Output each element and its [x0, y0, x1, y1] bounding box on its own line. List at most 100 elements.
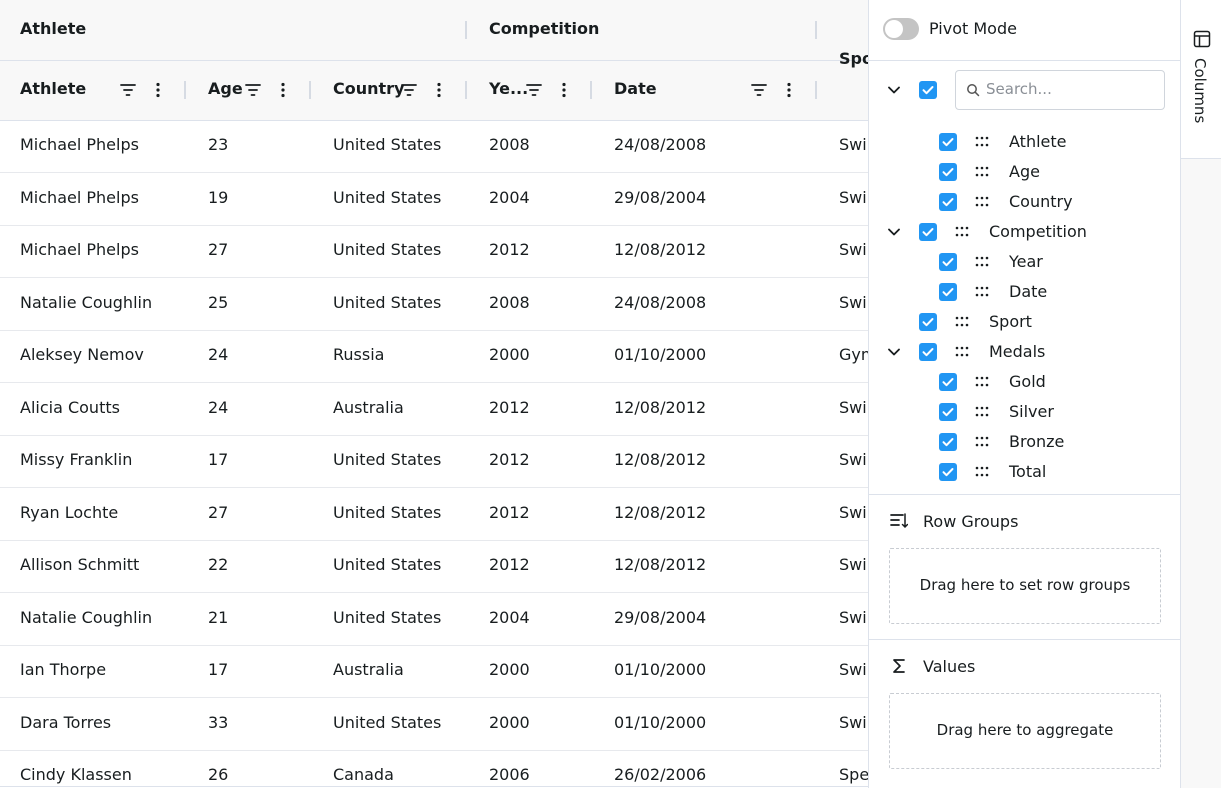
- column-resize-handle[interactable]: [815, 21, 817, 39]
- column-checkbox[interactable]: [939, 193, 957, 211]
- columns-tab-button[interactable]: Columns: [1181, 0, 1221, 159]
- grip-icon[interactable]: [975, 375, 991, 389]
- column-checkbox[interactable]: [939, 373, 957, 391]
- cell-date: 12/08/2012: [614, 398, 707, 417]
- table-row[interactable]: Aleksey Nemov 24 Russia 2000 01/10/2000 Gym: [0, 330, 868, 383]
- cell-year: 2012: [489, 555, 530, 574]
- column-header-age[interactable]: Age: [208, 79, 243, 98]
- column-header-country[interactable]: Country: [333, 79, 404, 98]
- chevron-down-icon[interactable]: [887, 345, 901, 359]
- table-row[interactable]: Natalie Coughlin 21 United States 2004 29/08…: [0, 593, 868, 646]
- column-checkbox[interactable]: [939, 403, 957, 421]
- table-row[interactable]: Ian Thorpe 17 Australia 2000 01/10/2000 Swi: [0, 645, 868, 698]
- column-checkbox[interactable]: [939, 163, 957, 181]
- grip-icon[interactable]: [975, 255, 991, 269]
- column-checkbox[interactable]: [939, 283, 957, 301]
- menu-icon[interactable]: [274, 81, 292, 99]
- cell-sport: Gym: [839, 345, 868, 364]
- column-checkbox[interactable]: [919, 313, 937, 331]
- table-row[interactable]: Allison Schmitt 22 United States 2012 12/08/…: [0, 540, 868, 593]
- grip-icon[interactable]: [955, 225, 971, 239]
- table-row[interactable]: Natalie Coughlin 25 United States 2008 24/08…: [0, 278, 868, 331]
- table-row[interactable]: Michael Phelps 27 United States 2012 12/08/2…: [0, 225, 868, 278]
- cell-athlete: Michael Phelps: [20, 240, 139, 259]
- cell-country: United States: [333, 608, 442, 627]
- column-search-input[interactable]: [986, 79, 1156, 99]
- menu-icon[interactable]: [430, 81, 448, 99]
- row-groups-title: Row Groups: [923, 512, 1019, 531]
- cell-date: 01/10/2000: [614, 713, 707, 732]
- table-row[interactable]: Alicia Coutts 24 Australia 2012 12/08/2012 Sw…: [0, 383, 868, 436]
- grip-icon[interactable]: [975, 465, 991, 479]
- table-row[interactable]: Michael Phelps 19 United States 2004 29/08/2…: [0, 173, 868, 226]
- column-resize-handle[interactable]: [815, 81, 817, 99]
- column-resize-handle[interactable]: [590, 81, 592, 99]
- grip-icon[interactable]: [975, 405, 991, 419]
- pivot-mode-label: Pivot Mode: [929, 19, 1017, 38]
- cell-age: 27: [208, 240, 229, 259]
- grip-icon[interactable]: [955, 345, 971, 359]
- group-header-competition: Competition: [489, 19, 600, 38]
- pivot-mode-toggle[interactable]: [883, 18, 919, 40]
- filter-icon[interactable]: [750, 81, 768, 99]
- checkbox-checked-icon: [942, 468, 954, 477]
- grip-icon[interactable]: [975, 195, 991, 209]
- values-drop-text: Drag here to aggregate: [936, 721, 1114, 739]
- menu-icon[interactable]: [780, 81, 798, 99]
- row-groups-drop-zone[interactable]: Drag here to set row groups: [889, 548, 1161, 624]
- column-checkbox[interactable]: [939, 253, 957, 271]
- grip-icon[interactable]: [975, 435, 991, 449]
- cell-date: 01/10/2000: [614, 660, 707, 679]
- table-row[interactable]: Dara Torres 33 United States 2000 01/10/2000…: [0, 698, 868, 751]
- filter-icon[interactable]: [400, 81, 418, 99]
- header-group-row: Athlete Competition: [0, 0, 868, 61]
- column-tree-label: Date: [1009, 282, 1048, 301]
- table-row[interactable]: Michael Phelps 23 United States 2008 24/08/2…: [0, 120, 868, 173]
- chevron-down-icon[interactable]: [887, 225, 901, 239]
- column-header-sport[interactable]: Spo: [839, 49, 868, 68]
- values-drop-zone[interactable]: Drag here to aggregate: [889, 693, 1161, 769]
- grip-icon[interactable]: [975, 165, 991, 179]
- column-resize-handle[interactable]: [309, 81, 311, 99]
- cell-age: 27: [208, 503, 229, 522]
- column-checkbox[interactable]: [919, 223, 937, 241]
- column-header-athlete[interactable]: Athlete: [20, 79, 86, 98]
- cell-sport: Swi: [839, 555, 867, 574]
- menu-icon[interactable]: [149, 81, 167, 99]
- cell-year: 2012: [489, 398, 530, 417]
- column-resize-handle[interactable]: [184, 81, 186, 99]
- cell-age: 24: [208, 345, 229, 364]
- filter-icon[interactable]: [244, 81, 262, 99]
- column-resize-handle[interactable]: [465, 81, 467, 99]
- table-row[interactable]: Cindy Klassen 26 Canada 2006 26/02/2006 Spe: [0, 750, 868, 786]
- column-checkbox[interactable]: [919, 343, 937, 361]
- column-checkbox[interactable]: [939, 463, 957, 481]
- table-row[interactable]: Ryan Lochte 27 United States 2012 12/08/2012…: [0, 488, 868, 541]
- grip-icon[interactable]: [975, 285, 991, 299]
- checkbox-checked-icon: [942, 378, 954, 387]
- column-tree-label: Total: [1009, 462, 1047, 481]
- grip-icon[interactable]: [955, 315, 971, 329]
- cell-date: 01/10/2000: [614, 345, 707, 364]
- table-row[interactable]: Missy Franklin 17 United States 2012 12/08/2…: [0, 435, 868, 488]
- grip-icon[interactable]: [975, 135, 991, 149]
- cell-age: 24: [208, 398, 229, 417]
- cell-country: United States: [333, 240, 442, 259]
- column-checkbox[interactable]: [939, 133, 957, 151]
- column-header-year[interactable]: Ye...: [489, 79, 528, 98]
- sigma-icon: [893, 659, 905, 673]
- filter-icon[interactable]: [525, 81, 543, 99]
- column-checkbox[interactable]: [939, 433, 957, 451]
- column-tree-label: Sport: [989, 312, 1032, 331]
- cell-date: 12/08/2012: [614, 555, 707, 574]
- cell-date: 29/08/2004: [614, 608, 707, 627]
- column-tree-label: Bronze: [1009, 432, 1065, 451]
- filter-icon[interactable]: [119, 81, 137, 99]
- column-resize-handle[interactable]: [465, 21, 467, 39]
- cell-year: 2004: [489, 608, 530, 627]
- chevron-down-icon[interactable]: [887, 83, 901, 97]
- select-all-checkbox[interactable]: [919, 81, 937, 99]
- cell-sport: Spe: [839, 765, 868, 784]
- column-header-date[interactable]: Date: [614, 79, 657, 98]
- menu-icon[interactable]: [555, 81, 573, 99]
